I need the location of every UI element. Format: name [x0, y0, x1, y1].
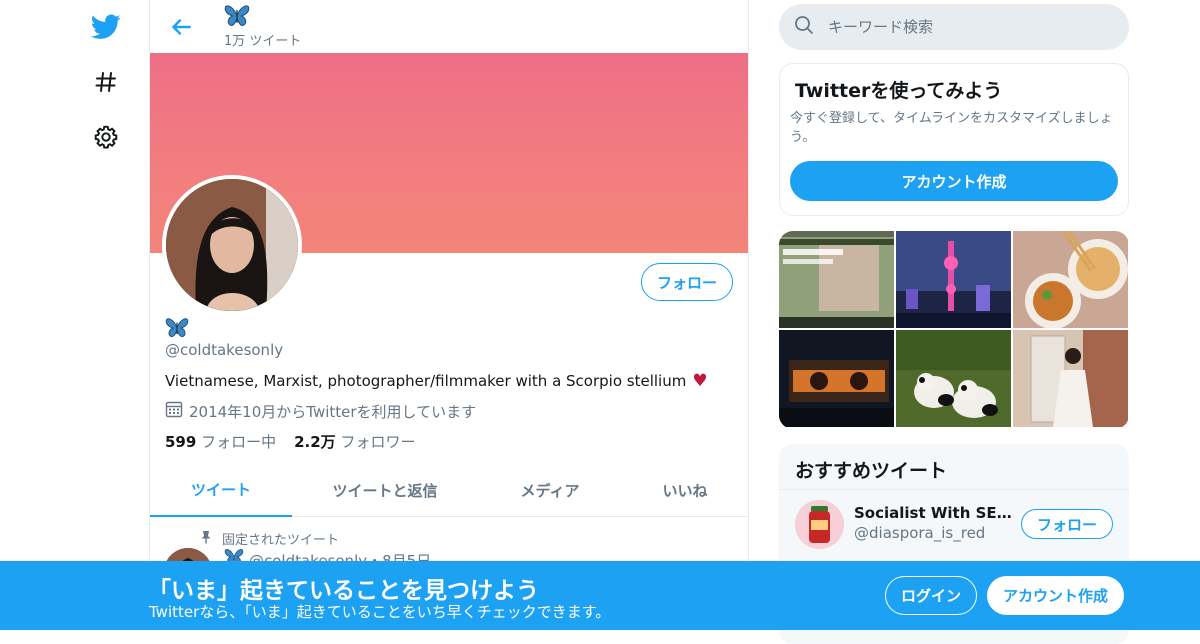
bottom-signup-bar: 「いま」起きていることを見つけよう Twitterなら、「いま」起きていることを…	[0, 561, 1200, 630]
following-label: フォロー中	[201, 433, 277, 451]
profile-bio: Vietnamese, Marxist, photographer/filmma…	[165, 371, 708, 391]
signup-card: Twitterを使ってみよう 今すぐ登録して、タイムラインをカスタマイズしましょ…	[779, 63, 1129, 216]
media-thumb-lantern-night[interactable]	[779, 330, 894, 427]
media-grid	[779, 231, 1129, 429]
profile-tabs: ツイート ツイートと返信 メディア いいね	[150, 463, 748, 517]
tab-tweets-replies[interactable]: ツイートと返信	[310, 463, 460, 517]
calendar-icon	[165, 400, 189, 422]
followers-count: 2.2万	[294, 433, 336, 451]
pinned-label: 固定されたツイート	[222, 533, 340, 548]
recommended-handle: @diaspora_is_red	[854, 524, 986, 542]
profile-header-bar: 1万 ツイート	[150, 0, 748, 53]
media-thumb-noodles[interactable]	[1013, 231, 1128, 328]
bottom-bar-title: 「いま」起きていることを見つけよう	[148, 578, 539, 604]
tab-media[interactable]: メディア	[490, 463, 610, 517]
login-button[interactable]: ログイン	[885, 576, 977, 615]
bio-text: Vietnamese, Marxist, photographer/filmma…	[165, 372, 687, 390]
followers-label: フォロワー	[340, 433, 416, 451]
media-thumb-white-dress[interactable]	[1013, 330, 1128, 427]
search-input[interactable]	[828, 18, 1088, 36]
hashtag-icon[interactable]	[86, 62, 126, 102]
profile-handle: @coldtakesonly	[165, 341, 284, 359]
butterfly-name-icon	[165, 317, 189, 339]
pin-icon	[200, 530, 222, 548]
settings-gear-icon[interactable]	[86, 117, 126, 157]
recommended-name[interactable]: Socialist With SE Asian Characteristics	[854, 504, 1014, 522]
media-thumb-city-tower[interactable]	[896, 231, 1011, 328]
bottom-bar-subtitle: Twitterなら、「いま」起きていることをいち早くチェックできます。	[149, 603, 611, 621]
following-count: 599	[165, 433, 197, 451]
butterfly-emoji-icon	[224, 4, 250, 28]
signup-card-description: 今すぐ登録して、タイムラインをカスタマイズしましょう。	[790, 111, 1113, 145]
signup-card-title: Twitterを使ってみよう	[795, 80, 1003, 102]
following-link[interactable]: 599 フォロー中	[165, 433, 276, 451]
followers-link[interactable]: 2.2万 フォロワー	[294, 433, 415, 451]
media-thumb-billboard[interactable]	[779, 231, 894, 328]
media-thumb-pandas[interactable]	[896, 330, 1011, 427]
heart-icon: ♥	[692, 371, 708, 391]
back-arrow-icon[interactable]	[168, 14, 194, 40]
joined-date: 2014年10月からTwitterを利用しています	[165, 400, 476, 422]
pinned-indicator: 固定されたツイート	[200, 529, 339, 548]
recommended-title: おすすめツイート	[795, 460, 948, 482]
tab-tweets[interactable]: ツイート	[150, 463, 292, 517]
left-nav	[80, 0, 130, 630]
search-icon	[779, 15, 814, 39]
tweet-count: 1万 ツイート	[224, 34, 302, 49]
recommended-avatar[interactable]	[795, 500, 844, 549]
recommended-follow-button[interactable]: フォロー	[1021, 509, 1113, 539]
joined-text: 2014年10月からTwitterを利用しています	[189, 402, 477, 421]
create-account-button[interactable]: アカウント作成	[790, 161, 1118, 201]
profile-avatar[interactable]	[162, 175, 302, 315]
twitter-bird-icon[interactable]	[86, 7, 126, 47]
profile-column: 1万 ツイート フォロー @coldtakesonly Vietnamese, …	[149, 0, 749, 630]
bottom-create-account-button[interactable]: アカウント作成	[987, 576, 1124, 615]
follow-button[interactable]: フォロー	[641, 263, 733, 301]
tab-likes[interactable]: いいね	[640, 463, 730, 517]
search-box[interactable]	[779, 4, 1129, 50]
divider	[779, 489, 1129, 490]
follow-stats: 599 フォロー中 2.2万 フォロワー	[165, 431, 415, 452]
